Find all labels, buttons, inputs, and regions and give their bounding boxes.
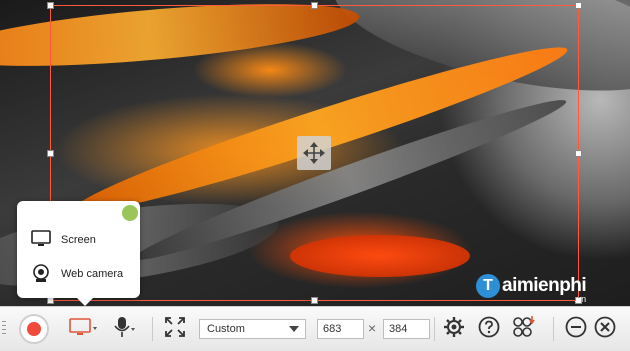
fullscreen-button[interactable] [160, 307, 190, 351]
popup-item-screen[interactable]: Screen [31, 228, 96, 252]
webcam-icon [31, 263, 51, 286]
drag-grip-icon[interactable] [2, 321, 6, 337]
watermark-suffix: .vn [574, 294, 587, 304]
close-icon [594, 316, 616, 343]
width-input[interactable]: 683 [317, 319, 364, 339]
resize-handle-top[interactable] [311, 2, 318, 9]
watermark-logo: T aimienphi .vn [476, 274, 587, 304]
resize-handle-right[interactable] [575, 150, 582, 157]
fullscreen-icon [165, 316, 185, 342]
record-button[interactable] [15, 307, 53, 351]
minimize-button[interactable] [563, 307, 589, 351]
microphone-icon [112, 316, 138, 343]
resize-handle-bottom[interactable] [311, 297, 318, 304]
resize-handle-bottom-left[interactable] [47, 297, 54, 304]
popup-item-webcam[interactable]: Web camera [31, 262, 123, 286]
size-preset-select[interactable]: Custom [199, 319, 306, 339]
monitor-icon [69, 317, 99, 341]
width-value: 683 [323, 323, 342, 335]
chevron-down-icon [289, 326, 299, 332]
recorder-toolbar: Custom 683 × 384 [0, 306, 630, 351]
effects-button[interactable] [509, 307, 539, 351]
popup-item-label: Screen [61, 234, 96, 246]
times-sign: × [368, 320, 377, 336]
settings-button[interactable] [440, 307, 468, 351]
microphone-button[interactable] [110, 307, 140, 351]
resize-handle-top-right[interactable] [575, 2, 582, 9]
height-input[interactable]: 384 [383, 319, 430, 339]
popup-item-label: Web camera [61, 268, 124, 280]
settings-badge-icon[interactable] [122, 205, 138, 221]
monitor-icon [31, 229, 51, 251]
screen-source-button[interactable] [67, 307, 101, 351]
effects-icon [511, 314, 537, 345]
size-preset-value: Custom [207, 323, 245, 335]
close-button[interactable] [592, 307, 618, 351]
minimize-icon [565, 316, 587, 343]
help-button[interactable] [475, 307, 503, 351]
capture-source-popup: Screen Web camera [17, 201, 140, 306]
watermark-letter: T [476, 274, 500, 298]
resize-handle-top-left[interactable] [47, 2, 54, 9]
move-area-icon[interactable] [297, 136, 331, 170]
gear-icon [443, 316, 465, 343]
resize-handle-left[interactable] [47, 150, 54, 157]
height-value: 384 [389, 323, 408, 335]
help-icon [478, 316, 500, 343]
